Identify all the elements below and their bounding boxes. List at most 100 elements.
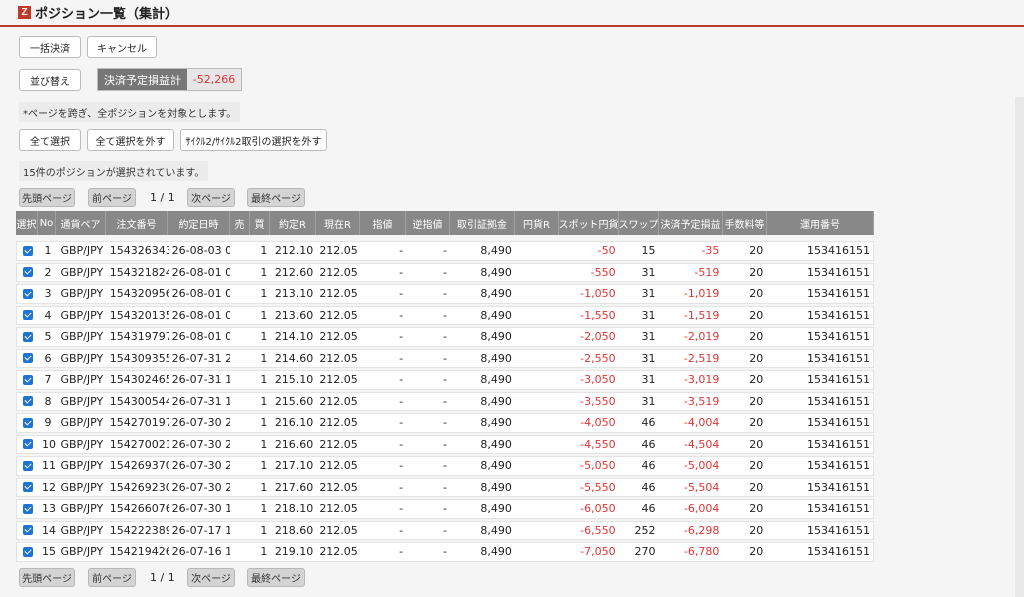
th-limit: 指値	[360, 211, 406, 235]
cell-exec-time: 26-07-17 11:55	[171, 523, 231, 537]
row-checkbox[interactable]	[22, 417, 33, 428]
cell-stop: -	[443, 416, 448, 430]
cell-exec-rate: 215.10	[274, 373, 314, 387]
table-row[interactable]: 2 GBP/JPY 15432182426-08-01 05:49 1 212.60 21…	[16, 262, 874, 282]
row-select-cell[interactable]	[17, 460, 39, 471]
cell-spot-yen: -4,550	[580, 437, 616, 451]
cell-no: 5	[44, 330, 52, 344]
next-page-button-bottom[interactable]: 次ページ	[187, 568, 235, 587]
prev-page-button[interactable]: 前ページ	[88, 188, 136, 207]
next-page-button[interactable]: 次ページ	[187, 188, 235, 207]
table-row[interactable]: 5 GBP/JPY 15431979726-08-01 05:09 1 214.10 21…	[16, 327, 874, 347]
cell-buy: 1	[260, 265, 268, 279]
unselect-all-button[interactable]: 全て選択を外す	[87, 129, 174, 151]
table-row[interactable]: 15 GBP/JPY 15421942626-07-16 18:26 1 219.10 2…	[16, 542, 874, 562]
first-page-button-bottom[interactable]: 先頭ページ	[19, 568, 75, 587]
table-row[interactable]: 10 GBP/JPY 15427002126-07-30 22:37 1 216.60 2…	[16, 434, 874, 454]
cell-margin: 8,490	[480, 459, 512, 473]
row-select-cell[interactable]	[17, 245, 39, 256]
cell-expected-pl: -3,519	[683, 394, 720, 408]
table-row[interactable]: 4 GBP/JPY 15432013526-08-01 05:15 1 213.60 21…	[16, 305, 874, 325]
table-row[interactable]: 7 GBP/JPY 15430246526-07-31 17:40 1 215.10 21…	[16, 370, 874, 390]
cell-op-no: 153416151	[807, 416, 871, 430]
row-select-cell[interactable]	[17, 288, 39, 299]
row-select-cell[interactable]	[17, 374, 39, 385]
cell-margin: 8,490	[480, 545, 512, 559]
row-select-cell[interactable]	[17, 546, 39, 557]
cell-limit: -	[399, 244, 404, 258]
row-select-cell[interactable]	[17, 396, 39, 407]
cell-spot-yen: -1,550	[580, 308, 616, 322]
table-row[interactable]: 12 GBP/JPY 15426923026-07-30 22:35 1 217.60 2…	[16, 477, 874, 497]
row-checkbox[interactable]	[22, 546, 33, 557]
page-scrollbar[interactable]	[1015, 97, 1024, 597]
row-checkbox[interactable]	[22, 439, 33, 450]
table-row[interactable]: 3 GBP/JPY 15432095626-08-01 05:29 1 213.10 21…	[16, 284, 874, 304]
cell-swap: 31	[641, 330, 656, 344]
row-checkbox[interactable]	[22, 374, 33, 385]
row-checkbox[interactable]	[22, 310, 33, 321]
cell-buy: 1	[260, 308, 268, 322]
first-page-button[interactable]: 先頭ページ	[19, 188, 75, 207]
row-checkbox[interactable]	[22, 353, 33, 364]
cancel-button[interactable]: キャンセル	[87, 36, 157, 58]
row-select-cell[interactable]	[17, 353, 39, 364]
row-select-cell[interactable]	[17, 267, 39, 278]
cell-stop: -	[443, 265, 448, 279]
table-row[interactable]: 8 GBP/JPY 15430054426-07-31 15:47 1 215.60 21…	[16, 391, 874, 411]
cell-stop: -	[443, 459, 448, 473]
row-checkbox[interactable]	[22, 288, 33, 299]
row-select-cell[interactable]	[17, 525, 39, 536]
table-row[interactable]: 9 GBP/JPY 15427019726-07-30 22:38 1 216.10 21…	[16, 413, 874, 433]
table-row[interactable]: 11 GBP/JPY 15426937026-07-30 22:36 1 217.10 2…	[16, 456, 874, 476]
th-order-no: 注文番号	[106, 211, 168, 235]
cell-swap: 15	[641, 244, 656, 258]
unselect-cycle-button[interactable]: ｻｲｸﾙ2/ｻｲｸﾙ2取引の選択を外す	[180, 129, 327, 151]
cell-op-no: 153416151	[807, 308, 871, 322]
cell-exec-time: 26-07-30 22:38	[171, 416, 231, 430]
table-row[interactable]: 14 GBP/JPY 15422238926-07-17 11:55 1 218.60 2…	[16, 520, 874, 540]
cell-stop: -	[443, 502, 448, 516]
row-checkbox[interactable]	[22, 396, 33, 407]
cell-buy: 1	[260, 351, 268, 365]
row-checkbox[interactable]	[22, 525, 33, 536]
cell-op-no: 153416151	[807, 373, 871, 387]
cell-spot-yen: -5,550	[580, 480, 616, 494]
row-select-cell[interactable]	[17, 439, 39, 450]
cell-pair: GBP/JPY	[60, 308, 104, 322]
cell-expected-pl: -4,004	[683, 416, 720, 430]
row-select-cell[interactable]	[17, 417, 39, 428]
row-select-cell[interactable]	[17, 482, 39, 493]
sort-button[interactable]: 並び替え	[19, 69, 81, 91]
row-checkbox[interactable]	[22, 460, 33, 471]
row-checkbox[interactable]	[22, 503, 33, 514]
cell-exec-time: 26-08-01 05:09	[171, 330, 231, 344]
table-row[interactable]: 13 GBP/JPY 15426607626-07-30 19:15 1 218.10 2…	[16, 499, 874, 519]
row-checkbox[interactable]	[22, 267, 33, 278]
row-checkbox[interactable]	[22, 245, 33, 256]
row-checkbox[interactable]	[22, 331, 33, 342]
row-select-cell[interactable]	[17, 503, 39, 514]
last-page-button-bottom[interactable]: 最終ページ	[247, 568, 305, 587]
row-select-cell[interactable]	[17, 331, 39, 342]
th-select: 選択	[16, 211, 38, 235]
cell-buy: 1	[260, 330, 268, 344]
table-row[interactable]: 1 GBP/JPY 15432634326-08-03 09:28 1 212.10 21…	[16, 241, 874, 261]
cell-limit: -	[399, 373, 404, 387]
cell-fee: 20	[749, 287, 764, 301]
cell-current-rate: 212.05	[319, 373, 358, 387]
cell-limit: -	[399, 330, 404, 344]
cell-exec-rate: 218.60	[274, 523, 314, 537]
last-page-button[interactable]: 最終ページ	[247, 188, 305, 207]
select-all-button[interactable]: 全て選択	[19, 129, 81, 151]
table-row[interactable]: 6 GBP/JPY 15430935526-07-31 22:22 1 214.60 21…	[16, 348, 874, 368]
cell-pair: GBP/JPY	[60, 351, 104, 365]
cell-swap: 31	[641, 394, 656, 408]
prev-page-button-bottom[interactable]: 前ページ	[88, 568, 136, 587]
cell-expected-pl: -3,019	[683, 373, 720, 387]
row-select-cell[interactable]	[17, 310, 39, 321]
bulk-settle-button[interactable]: 一括決済	[19, 36, 81, 58]
cell-expected-pl: -5,504	[683, 480, 720, 494]
cell-fee: 20	[749, 265, 764, 279]
row-checkbox[interactable]	[22, 482, 33, 493]
